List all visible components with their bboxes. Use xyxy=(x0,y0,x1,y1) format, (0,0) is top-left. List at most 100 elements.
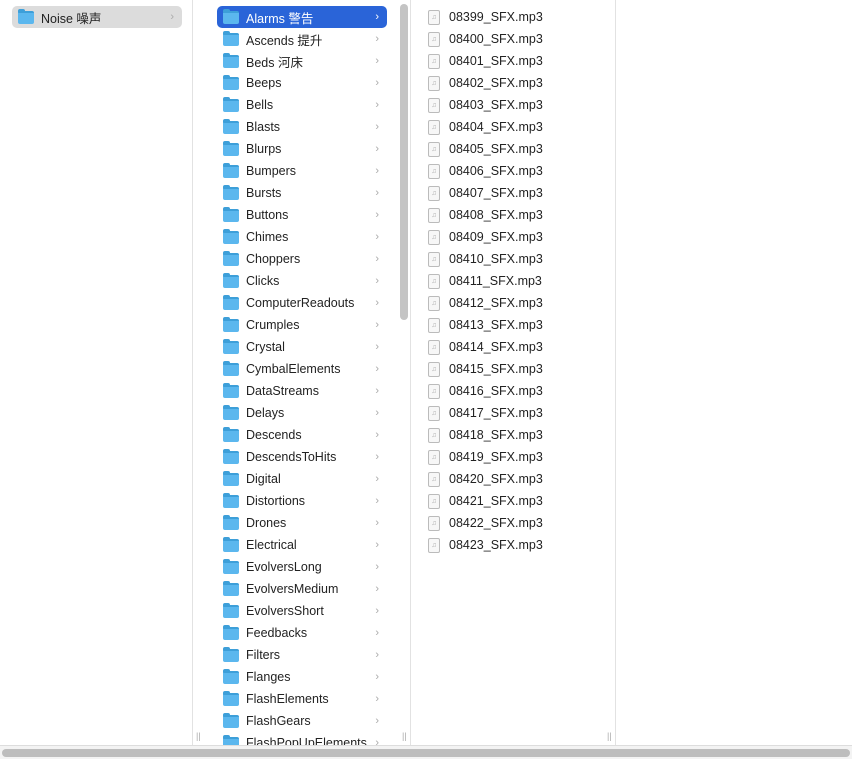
folder-row[interactable]: Choppers › xyxy=(217,248,387,270)
folder-row[interactable]: Ascends 提升 › xyxy=(217,28,387,50)
file-row[interactable]: ♫ 08417_SFX.mp3 xyxy=(428,402,608,424)
vertical-scrollbar[interactable] xyxy=(400,4,408,320)
file-label: 08423_SFX.mp3 xyxy=(449,538,543,552)
file-row[interactable]: ♫ 08423_SFX.mp3 xyxy=(428,534,608,556)
folder-label: CymbalElements xyxy=(246,362,341,376)
file-row[interactable]: ♫ 08401_SFX.mp3 xyxy=(428,50,608,72)
folder-row[interactable]: FlashPopUpElements › xyxy=(217,732,387,745)
file-row[interactable]: ♫ 08421_SFX.mp3 xyxy=(428,490,608,512)
folder-icon xyxy=(223,8,239,24)
audio-file-icon: ♫ xyxy=(428,119,440,135)
folder-row[interactable]: EvolversLong › xyxy=(217,556,387,578)
file-row[interactable]: ♫ 08419_SFX.mp3 xyxy=(428,446,608,468)
folder-icon xyxy=(223,74,239,90)
folder-icon xyxy=(223,668,239,684)
column-resize-handle[interactable]: || xyxy=(607,731,612,741)
folder-row[interactable]: FlashGears › xyxy=(217,710,387,732)
folder-row[interactable]: Bumpers › xyxy=(217,160,387,182)
horizontal-scrollbar[interactable] xyxy=(0,745,852,759)
folder-row[interactable]: Descends › xyxy=(217,424,387,446)
folder-row[interactable]: Blurps › xyxy=(217,138,387,160)
audio-file-icon: ♫ xyxy=(428,53,440,69)
file-row[interactable]: ♫ 08400_SFX.mp3 xyxy=(428,28,608,50)
column-resize-handle[interactable]: || xyxy=(402,731,407,741)
file-row[interactable]: ♫ 08402_SFX.mp3 xyxy=(428,72,608,94)
folder-icon xyxy=(223,558,239,574)
folder-row[interactable]: Crystal › xyxy=(217,336,387,358)
folder-row[interactable]: EvolversShort › xyxy=(217,600,387,622)
folder-row[interactable]: Buttons › xyxy=(217,204,387,226)
chevron-right-icon: › xyxy=(375,473,379,485)
folder-row[interactable]: Beds 河床 › xyxy=(217,50,387,72)
file-label: 08422_SFX.mp3 xyxy=(449,516,543,530)
folder-icon xyxy=(223,580,239,596)
file-row[interactable]: ♫ 08404_SFX.mp3 xyxy=(428,116,608,138)
file-label: 08401_SFX.mp3 xyxy=(449,54,543,68)
file-row[interactable]: ♫ 08420_SFX.mp3 xyxy=(428,468,608,490)
audio-file-icon: ♫ xyxy=(428,339,440,355)
file-row[interactable]: ♫ 08413_SFX.mp3 xyxy=(428,314,608,336)
folder-row[interactable]: Filters › xyxy=(217,644,387,666)
folder-row[interactable]: Drones › xyxy=(217,512,387,534)
file-row[interactable]: ♫ 08412_SFX.mp3 xyxy=(428,292,608,314)
file-row[interactable]: ♫ 08411_SFX.mp3 xyxy=(428,270,608,292)
folder-row[interactable]: FlashElements › xyxy=(217,688,387,710)
folder-icon xyxy=(223,250,239,266)
file-row[interactable]: ♫ 08403_SFX.mp3 xyxy=(428,94,608,116)
file-row[interactable]: ♫ 08416_SFX.mp3 xyxy=(428,380,608,402)
folder-icon xyxy=(223,712,239,728)
folder-row[interactable]: Beeps › xyxy=(217,72,387,94)
folder-row[interactable]: Crumples › xyxy=(217,314,387,336)
folder-row[interactable]: Flanges › xyxy=(217,666,387,688)
folder-row[interactable]: Feedbacks › xyxy=(217,622,387,644)
folder-row[interactable]: Digital › xyxy=(217,468,387,490)
folder-row[interactable]: CymbalElements › xyxy=(217,358,387,380)
folder-row[interactable]: DataStreams › xyxy=(217,380,387,402)
scroll-thumb[interactable] xyxy=(2,749,850,757)
file-label: 08405_SFX.mp3 xyxy=(449,142,543,156)
chevron-right-icon: › xyxy=(375,55,379,67)
file-row[interactable]: ♫ 08422_SFX.mp3 xyxy=(428,512,608,534)
folder-row[interactable]: Delays › xyxy=(217,402,387,424)
file-row[interactable]: ♫ 08409_SFX.mp3 xyxy=(428,226,608,248)
chevron-right-icon: › xyxy=(375,385,379,397)
file-row[interactable]: ♫ 08414_SFX.mp3 xyxy=(428,336,608,358)
folder-row[interactable]: DescendsToHits › xyxy=(217,446,387,468)
folder-label: Descends xyxy=(246,428,302,442)
file-row[interactable]: ♫ 08399_SFX.mp3 xyxy=(428,6,608,28)
folder-row[interactable]: Clicks › xyxy=(217,270,387,292)
folder-icon xyxy=(223,426,239,442)
folder-label: FlashGears xyxy=(246,714,311,728)
folder-row[interactable]: Distortions › xyxy=(217,490,387,512)
chevron-right-icon: › xyxy=(375,627,379,639)
folder-icon xyxy=(223,338,239,354)
file-row[interactable]: ♫ 08418_SFX.mp3 xyxy=(428,424,608,446)
folder-label: Blurps xyxy=(246,142,282,156)
file-row[interactable]: ♫ 08410_SFX.mp3 xyxy=(428,248,608,270)
folder-row[interactable]: Bursts › xyxy=(217,182,387,204)
folder-row[interactable]: Chimes › xyxy=(217,226,387,248)
file-row[interactable]: ♫ 08405_SFX.mp3 xyxy=(428,138,608,160)
folder-row-noise[interactable]: Noise 噪声 › xyxy=(12,6,182,28)
folder-label: Blasts xyxy=(246,120,281,134)
file-label: 08421_SFX.mp3 xyxy=(449,494,543,508)
folder-row[interactable]: EvolversMedium › xyxy=(217,578,387,600)
file-label: 08409_SFX.mp3 xyxy=(449,230,543,244)
folder-row[interactable]: Alarms 警告 › xyxy=(217,6,387,28)
file-row[interactable]: ♫ 08406_SFX.mp3 xyxy=(428,160,608,182)
chevron-right-icon: › xyxy=(375,121,379,133)
file-row[interactable]: ♫ 08415_SFX.mp3 xyxy=(428,358,608,380)
audio-file-icon: ♫ xyxy=(428,383,440,399)
folder-row[interactable]: Bells › xyxy=(217,94,387,116)
folder-row[interactable]: Electrical › xyxy=(217,534,387,556)
file-row[interactable]: ♫ 08408_SFX.mp3 xyxy=(428,204,608,226)
file-row[interactable]: ♫ 08407_SFX.mp3 xyxy=(428,182,608,204)
column-resize-handle[interactable]: || xyxy=(196,731,201,741)
folder-icon xyxy=(223,536,239,552)
folder-row[interactable]: Blasts › xyxy=(217,116,387,138)
file-label: 08407_SFX.mp3 xyxy=(449,186,543,200)
file-label: 08402_SFX.mp3 xyxy=(449,76,543,90)
chevron-right-icon: › xyxy=(375,539,379,551)
folder-row[interactable]: ComputerReadouts › xyxy=(217,292,387,314)
folder-icon xyxy=(223,184,239,200)
